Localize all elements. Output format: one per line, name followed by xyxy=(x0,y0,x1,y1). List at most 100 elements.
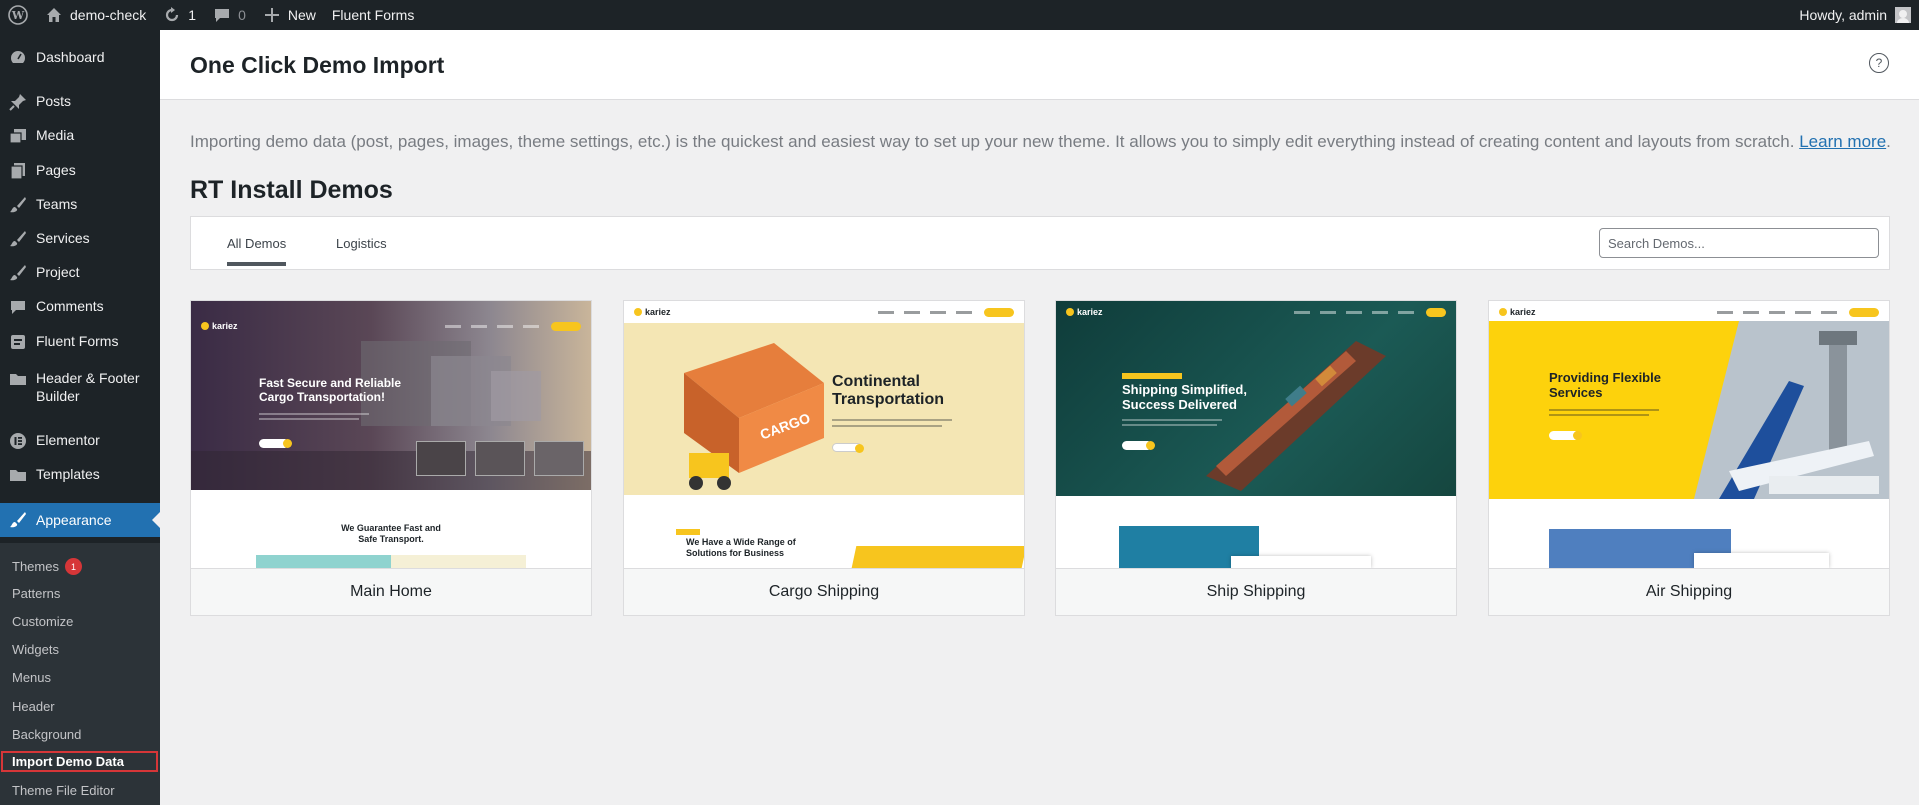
comments-count: 0 xyxy=(238,7,246,23)
logo-mark-icon xyxy=(1066,308,1074,316)
preview-nav: kariez xyxy=(1489,301,1889,323)
fluent-forms-link[interactable]: Fluent Forms xyxy=(324,0,422,30)
home-icon xyxy=(44,5,64,25)
preview-hero-text: Fast Secure and Reliable Cargo Transport… xyxy=(259,376,402,404)
demo-card-cargo-shipping[interactable]: kariez CARGO Continental Transportation … xyxy=(623,300,1025,616)
logo-mark-icon xyxy=(201,322,209,330)
sidebar-item-templates[interactable]: Templates xyxy=(0,465,160,485)
sidebar-item-label: Posts xyxy=(36,93,72,109)
howdy-text: Howdy, admin xyxy=(1799,7,1887,23)
submenu-item-patterns[interactable]: Patterns xyxy=(12,586,60,601)
intro-period: . xyxy=(1886,132,1891,151)
demo-card-ship-shipping[interactable]: kariez Shipping Simplified, Success Deli… xyxy=(1055,300,1457,616)
learn-more-link[interactable]: Learn more xyxy=(1799,132,1886,151)
preview-section-text: We Guarantee Fast and Safe Transport. xyxy=(341,523,441,544)
tab-all-demos[interactable]: All Demos xyxy=(227,236,287,266)
hero-background: kariez Shipping Simplified, Success Deli… xyxy=(1056,301,1456,496)
sidebar-item-header-footer-builder[interactable]: Header & Footer Builder xyxy=(0,369,160,405)
pin-icon xyxy=(8,92,28,112)
sidebar-item-media[interactable]: Media xyxy=(0,126,160,146)
submenu-item-label: Theme File Editor xyxy=(12,783,115,798)
submenu-item-widgets[interactable]: Widgets xyxy=(12,642,59,657)
sidebar-item-pages[interactable]: Pages xyxy=(0,161,160,181)
submenu-item-customize[interactable]: Customize xyxy=(12,614,73,629)
my-account[interactable]: Howdy, admin xyxy=(1799,7,1919,23)
sidebar-item-posts[interactable]: Posts xyxy=(0,92,160,112)
avatar xyxy=(1895,7,1911,23)
sidebar-item-services[interactable]: Services xyxy=(0,229,160,249)
brush-icon xyxy=(8,195,28,215)
sidebar-item-label: Pages xyxy=(36,162,76,178)
sidebar-item-project[interactable]: Project xyxy=(0,263,160,283)
page-title: One Click Demo Import xyxy=(190,52,445,78)
sidebar-item-fluent-forms[interactable]: Fluent Forms xyxy=(0,332,160,352)
page-header: One Click Demo Import ? xyxy=(160,30,1919,100)
admin-sidebar: Dashboard Posts Media Pages Teams Servic… xyxy=(0,30,160,805)
demo-card-main-home[interactable]: kariez Fast Secure and Reliable Cargo Tr… xyxy=(190,300,592,616)
sidebar-item-label: Teams xyxy=(36,196,78,212)
ship-illustration xyxy=(1206,341,1386,491)
preview-nav: kariez xyxy=(191,315,591,337)
preview-nav: kariez xyxy=(1056,301,1456,323)
help-icon[interactable]: ? xyxy=(1869,53,1889,73)
submenu-item-label: Patterns xyxy=(12,586,61,601)
comment-icon xyxy=(8,297,28,317)
new-content-link[interactable]: New xyxy=(254,0,324,30)
sidebar-item-label: Appearance xyxy=(36,512,112,528)
themes-update-badge: 1 xyxy=(64,558,82,575)
tab-logistics[interactable]: Logistics xyxy=(336,236,387,251)
submenu-item-import-demo-data[interactable]: Import Demo Data xyxy=(1,751,158,772)
brush-icon xyxy=(8,263,28,283)
demo-title: Cargo Shipping xyxy=(624,568,1024,615)
submenu-item-theme-file-editor[interactable]: Theme File Editor xyxy=(12,783,115,798)
sidebar-item-label: Dashboard xyxy=(36,49,105,65)
demo-preview-image: kariez Providing Flexible Services xyxy=(1489,301,1889,568)
appearance-submenu: Themes 1 Patterns Customize Widgets Menu… xyxy=(0,543,160,805)
comments-link[interactable]: 0 xyxy=(204,0,254,30)
preview-logo: kariez xyxy=(645,307,671,317)
site-name-link[interactable]: demo-check xyxy=(36,0,154,30)
submenu-item-label: Header xyxy=(12,699,55,714)
sidebar-item-label: Media xyxy=(36,127,75,143)
updates-count: 1 xyxy=(188,7,197,23)
preview-hero-text: Providing Flexible Services xyxy=(1549,370,1661,400)
forms-icon xyxy=(8,332,28,352)
folder-icon xyxy=(8,465,28,485)
demo-card-air-shipping[interactable]: kariez Providing Flexible Services Air S… xyxy=(1488,300,1890,616)
plus-icon xyxy=(262,5,282,25)
updates-link[interactable]: 1 xyxy=(154,0,204,30)
submenu-item-label: Themes xyxy=(12,559,59,574)
elementor-icon xyxy=(8,431,28,451)
demos-section-title: RT Install Demos xyxy=(190,176,393,204)
sidebar-item-appearance[interactable]: Appearance xyxy=(0,503,160,537)
svg-text:W: W xyxy=(11,9,25,22)
submenu-item-background[interactable]: Background xyxy=(12,727,81,742)
submenu-item-label: Menus xyxy=(12,670,52,685)
fluent-forms-label: Fluent Forms xyxy=(331,7,415,23)
hero-background: CARGO Continental Transportation xyxy=(624,323,1024,495)
demo-title: Main Home xyxy=(191,568,591,615)
admin-bar: W demo-check 1 0 New Fluent Forms Howdy,… xyxy=(0,0,1919,30)
pages-icon xyxy=(8,161,28,181)
sidebar-item-elementor[interactable]: Elementor xyxy=(0,431,160,451)
new-label: New xyxy=(287,7,316,23)
preview-logo: kariez xyxy=(1510,307,1536,317)
demo-title: Air Shipping xyxy=(1489,568,1889,615)
updates-icon xyxy=(162,5,182,25)
sidebar-item-label: Templates xyxy=(36,466,100,482)
sidebar-item-comments[interactable]: Comments xyxy=(0,297,160,317)
submenu-item-label: Background xyxy=(12,727,82,742)
sidebar-item-dashboard[interactable]: Dashboard xyxy=(0,48,160,68)
submenu-item-themes[interactable]: Themes 1 xyxy=(12,558,82,575)
submenu-item-header[interactable]: Header xyxy=(12,699,55,714)
wordpress-logo-icon[interactable]: W xyxy=(0,0,36,30)
sidebar-item-teams[interactable]: Teams xyxy=(0,195,160,215)
sidebar-item-label: Elementor xyxy=(36,432,100,448)
intro-body: Importing demo data (post, pages, images… xyxy=(190,132,1795,151)
search-demos-input[interactable] xyxy=(1599,228,1879,258)
logo-mark-icon xyxy=(634,308,642,316)
sidebar-item-label: Header & Footer Builder xyxy=(36,370,140,404)
submenu-item-menus[interactable]: Menus xyxy=(12,670,51,685)
dashboard-icon xyxy=(8,48,28,68)
media-icon xyxy=(8,126,28,146)
